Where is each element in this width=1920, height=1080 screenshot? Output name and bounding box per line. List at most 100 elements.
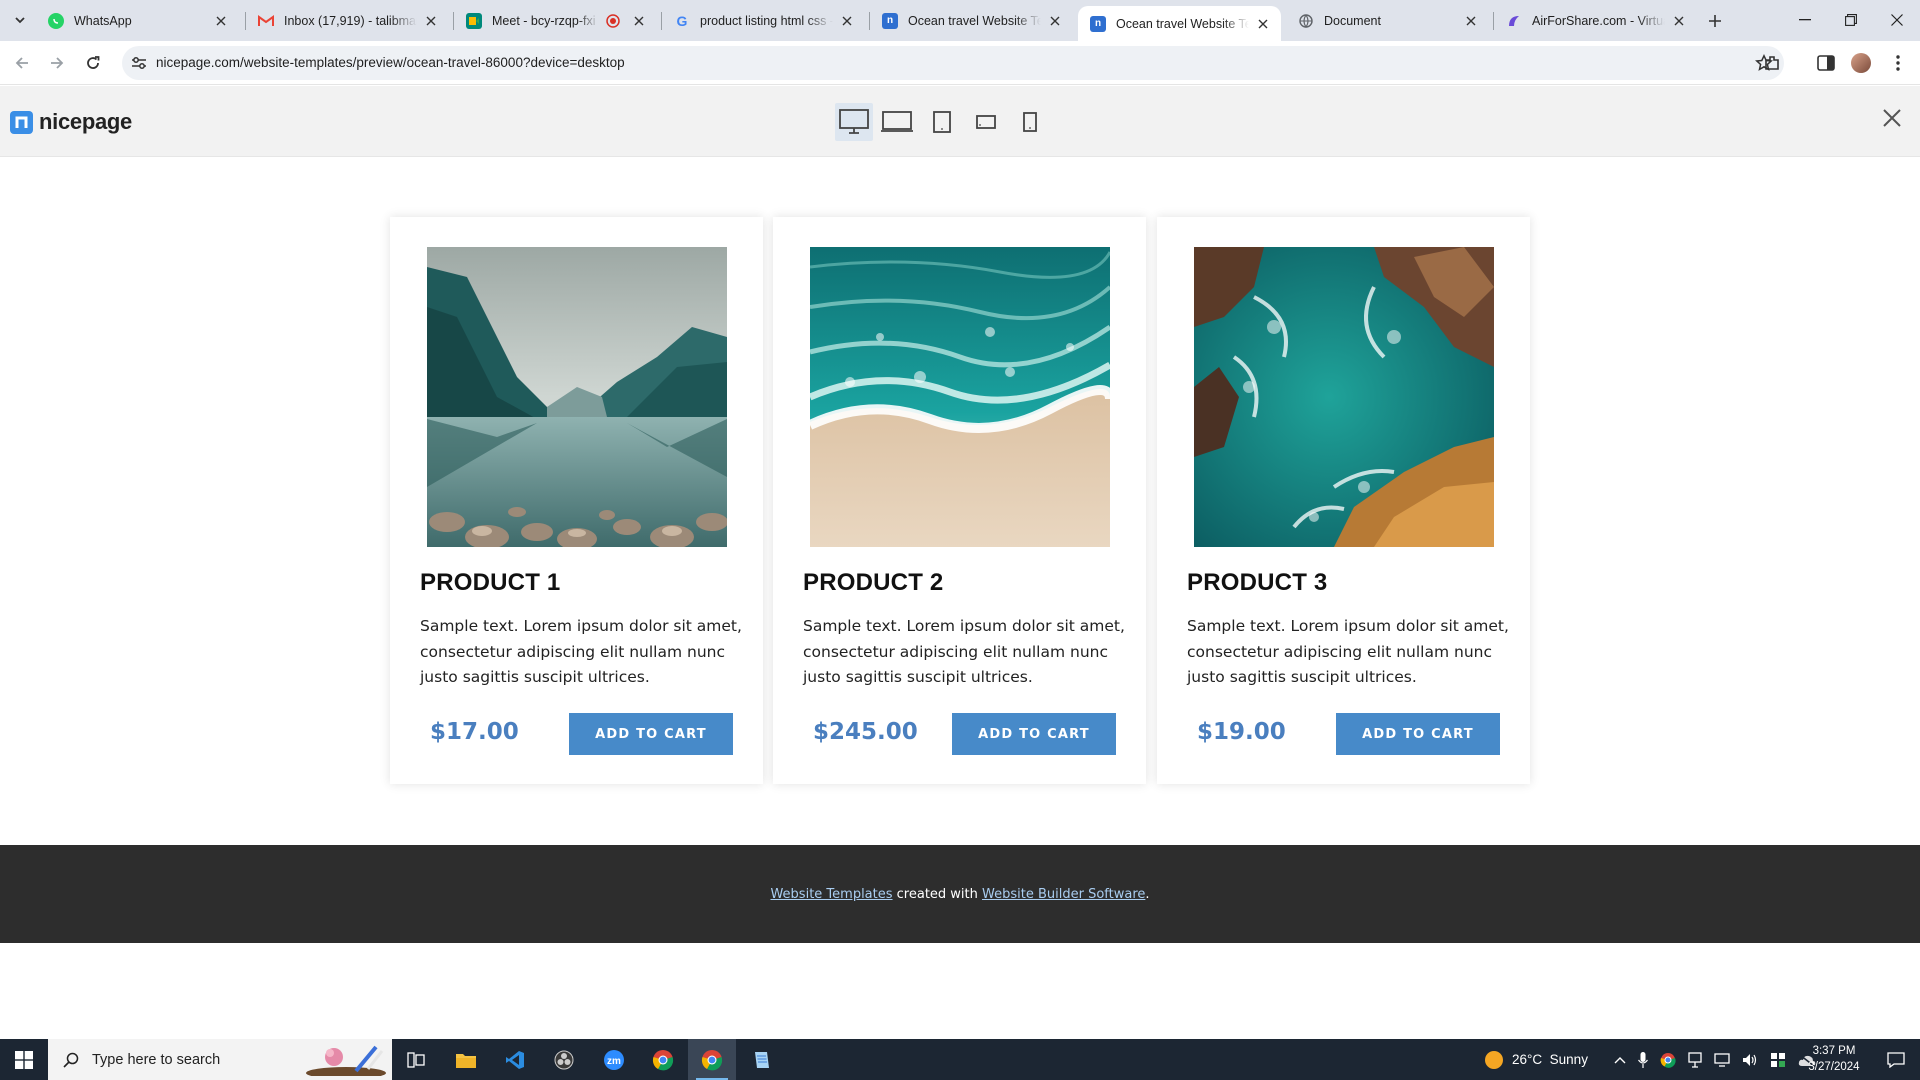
close-tab-icon[interactable]: [1255, 16, 1271, 32]
webcam-icon[interactable]: [1688, 1051, 1702, 1068]
nicepage-logo-icon: [10, 110, 33, 134]
google-icon: G: [676, 12, 688, 29]
tab-airforshare[interactable]: AirForShare.com - Virtual: [1494, 6, 1697, 35]
meet-icon: [466, 12, 482, 29]
tab-document[interactable]: Document: [1286, 6, 1489, 35]
tab-google-search[interactable]: G product listing html css -: [662, 6, 865, 35]
tab-title: Meet - bcy-rzqp-fxi: [492, 13, 596, 28]
website-templates-link[interactable]: Website Templates: [770, 887, 892, 902]
brand-name: nicepage: [39, 109, 132, 134]
tab-title: Document: [1324, 13, 1381, 28]
footer-text: created with: [892, 886, 983, 902]
chrome-icon[interactable]: [639, 1039, 687, 1080]
security-icon[interactable]: [1770, 1052, 1786, 1068]
tab-title: Ocean travel Website Tem: [908, 13, 1041, 28]
tab-meet[interactable]: Meet - bcy-rzqp-fxi: [454, 6, 657, 35]
weather-widget[interactable]: 26°C Sunny: [1484, 1039, 1588, 1080]
reload-button[interactable]: [79, 49, 107, 77]
restore-button[interactable]: [1828, 0, 1874, 40]
obs-icon[interactable]: [540, 1039, 588, 1080]
close-preview-button[interactable]: [1878, 104, 1906, 132]
product-price: $17.00: [430, 719, 519, 745]
system-tray: [1614, 1039, 1816, 1080]
product-card: PRODUCT 2 Sample text. Lorem ipsum dolor…: [773, 217, 1146, 784]
close-tab-icon[interactable]: [1671, 13, 1687, 29]
add-to-cart-button[interactable]: ADD TO CART: [569, 713, 733, 755]
clock-time: 3:37 PM: [1812, 1045, 1856, 1057]
taskbar-search-box[interactable]: Type here to search: [48, 1039, 392, 1080]
product-title: PRODUCT 1: [420, 569, 561, 596]
product-price: $19.00: [1197, 719, 1286, 745]
system-clock[interactable]: 3:37 PM 3/27/2024: [1802, 1043, 1866, 1075]
chrome-tray-icon[interactable]: [1660, 1052, 1676, 1068]
add-to-cart-button[interactable]: ADD TO CART: [952, 713, 1116, 755]
phone-view-button[interactable]: [1011, 103, 1049, 141]
microphone-icon[interactable]: [1638, 1051, 1648, 1068]
svg-text:zm: zm: [607, 1056, 621, 1067]
task-view-icon[interactable]: [392, 1039, 440, 1080]
tab-search-dropdown-icon[interactable]: [8, 8, 32, 32]
tab-ocean-travel-active[interactable]: n Ocean travel Website Tem: [1078, 6, 1281, 41]
close-tab-icon[interactable]: [1463, 13, 1479, 29]
nicepage-icon: n: [882, 12, 898, 29]
product-card: PRODUCT 3 Sample text. Lorem ipsum dolor…: [1157, 217, 1530, 784]
product-description: Sample text. Lorem ipsum dolor sit amet,…: [803, 617, 1125, 686]
page-blank-area: [0, 943, 1920, 1039]
close-tab-icon[interactable]: [839, 13, 855, 29]
notepad-icon[interactable]: [737, 1039, 785, 1080]
profile-avatar[interactable]: [1849, 51, 1873, 75]
gmail-icon: [258, 13, 274, 29]
network-icon[interactable]: [1714, 1052, 1730, 1067]
zoom-icon[interactable]: zm: [590, 1039, 638, 1080]
vscode-icon[interactable]: [491, 1039, 539, 1080]
desktop-view-button[interactable]: [835, 103, 873, 141]
tablet-view-button[interactable]: [923, 103, 961, 141]
clock-date: 3/27/2024: [1808, 1061, 1860, 1073]
product-description: Sample text. Lorem ipsum dolor sit amet,…: [1187, 617, 1509, 686]
file-explorer-icon[interactable]: [442, 1039, 490, 1080]
products-section: PRODUCT 1 Sample text. Lorem ipsum dolor…: [0, 157, 1920, 845]
website-builder-link[interactable]: Website Builder Software: [982, 887, 1145, 902]
site-settings-icon[interactable]: [130, 54, 148, 72]
preview-toolbar: nicepage: [0, 86, 1920, 157]
tab-ocean-travel-1[interactable]: n Ocean travel Website Tem: [870, 6, 1073, 35]
new-tab-button[interactable]: [1703, 9, 1727, 33]
laptop-view-button[interactable]: [878, 103, 916, 141]
nicepage-logo[interactable]: nicepage: [10, 109, 132, 135]
back-button[interactable]: [8, 49, 36, 77]
notifications-icon[interactable]: [1872, 1039, 1920, 1080]
tray-chevron-up-icon[interactable]: [1614, 1055, 1626, 1065]
page-footer: Website Templates created with Website B…: [0, 845, 1920, 943]
minimize-button[interactable]: [1782, 0, 1828, 40]
windows-start-button[interactable]: [0, 1039, 48, 1080]
mountain-lake-photo: [427, 247, 727, 547]
url-text[interactable]: nicepage.com/website-templates/preview/o…: [156, 55, 625, 70]
airforshare-icon: [1506, 13, 1522, 29]
browser-toolbar: nicepage.com/website-templates/preview/o…: [0, 41, 1920, 85]
product-title: PRODUCT 3: [1187, 569, 1328, 596]
chrome-active-icon[interactable]: [688, 1039, 736, 1080]
nicepage-icon: n: [1090, 15, 1106, 32]
extensions-icon[interactable]: [1760, 51, 1784, 75]
close-tab-icon[interactable]: [423, 13, 439, 29]
sun-icon: [1485, 1050, 1503, 1069]
phone-landscape-view-button[interactable]: [967, 103, 1005, 141]
address-bar[interactable]: nicepage.com/website-templates/preview/o…: [122, 46, 1784, 80]
close-tab-icon[interactable]: [1047, 13, 1063, 29]
close-window-button[interactable]: [1874, 0, 1920, 40]
weather-text: 26°C Sunny: [1512, 1052, 1588, 1067]
tab-title: Ocean travel Website Tem: [1116, 16, 1249, 31]
close-tab-icon[interactable]: [631, 13, 647, 29]
side-panel-icon[interactable]: [1814, 51, 1838, 75]
beach-waves-photo: [810, 247, 1110, 547]
recording-icon: [605, 13, 621, 29]
chrome-menu-icon[interactable]: [1886, 51, 1910, 75]
close-tab-icon[interactable]: [213, 13, 229, 29]
globe-icon: [1298, 13, 1314, 29]
product-description: Sample text. Lorem ipsum dolor sit amet,…: [420, 617, 742, 686]
tab-whatsapp[interactable]: WhatsApp: [36, 6, 239, 35]
volume-icon[interactable]: [1742, 1053, 1758, 1067]
add-to-cart-button[interactable]: ADD TO CART: [1336, 713, 1500, 755]
forward-button[interactable]: [43, 49, 71, 77]
tab-gmail[interactable]: Inbox (17,919) - talibmari: [246, 6, 449, 35]
